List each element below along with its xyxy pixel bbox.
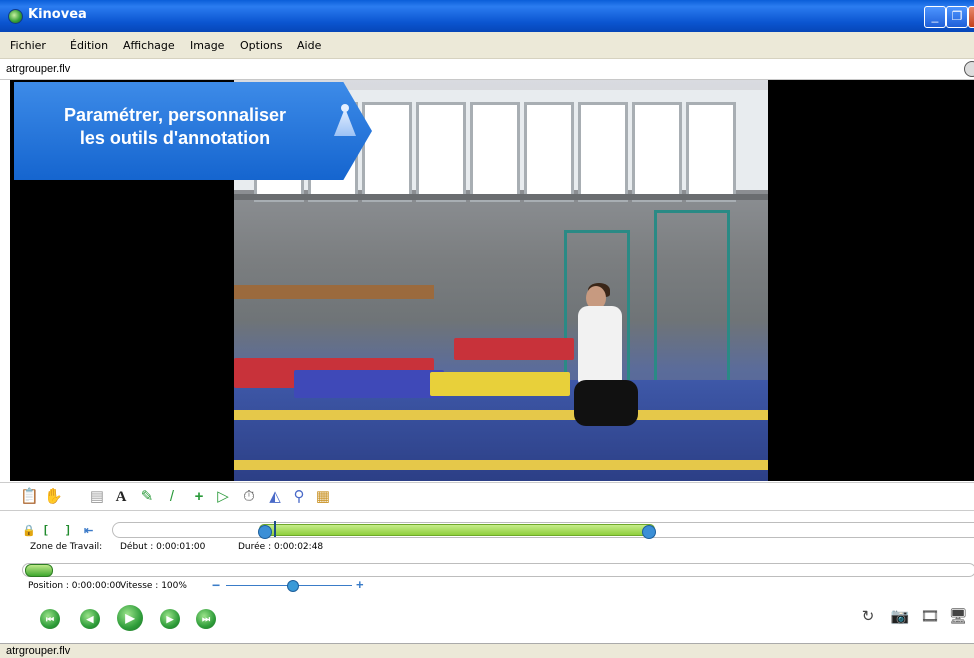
- menu-image[interactable]: Image: [190, 39, 224, 52]
- position-label: Position : 0:00:00:00: [28, 581, 121, 591]
- drawing-toolbar: 📋 ✋ ▤ A ✎ / + ▷ ⏱ ◭ ⚲ ▦: [0, 482, 974, 511]
- annotation-callout-banner: Paramétrer, personnaliser les outils d'a…: [14, 82, 372, 180]
- new-keyframe-icon[interactable]: 📋: [20, 488, 39, 506]
- line-icon[interactable]: /: [163, 488, 181, 506]
- title-bar: Kinovea _ ❐ ✕: [0, 0, 974, 32]
- close-file-icon[interactable]: [964, 61, 974, 77]
- menu-aide[interactable]: Aide: [297, 39, 321, 52]
- presentation-icon[interactable]: 🖥: [948, 607, 968, 627]
- callout-line-2: les outils d'annotation: [79, 128, 271, 148]
- next-frame-button[interactable]: ▶: [160, 609, 180, 629]
- speed-decrease-icon[interactable]: −: [212, 577, 220, 593]
- play-button[interactable]: ▶: [117, 605, 143, 631]
- speed-slider-knob[interactable]: [287, 580, 299, 592]
- close-button[interactable]: ✕: [968, 6, 974, 28]
- working-zone-track[interactable]: [112, 521, 974, 539]
- speed-increase-icon[interactable]: +: [356, 577, 364, 592]
- callout-line-1: Paramétrer, personnaliser: [63, 105, 287, 125]
- menu-fichier[interactable]: Fichier: [10, 39, 46, 52]
- chrono-icon[interactable]: ⏱: [240, 488, 258, 506]
- set-end-icon[interactable]: ]: [66, 524, 70, 536]
- menu-edition[interactable]: Édition: [70, 39, 108, 52]
- lock-icon[interactable]: 🔒: [22, 524, 36, 537]
- magnifier-icon[interactable]: ⚲: [290, 488, 308, 506]
- zone-duration: Durée : 0:00:02:48: [238, 542, 324, 552]
- menu-options[interactable]: Options: [240, 39, 282, 52]
- balance-beam: [234, 285, 434, 299]
- menu-affichage[interactable]: Affichage: [123, 39, 175, 52]
- zone-end-handle[interactable]: [642, 525, 656, 539]
- playback-panel: 🔒 [ ] ⇤ Zone de Travail: Début : 0:00:01…: [0, 510, 974, 644]
- hand-icon[interactable]: ✋: [44, 488, 63, 506]
- status-bar: atrgrouper.flv: [0, 643, 974, 658]
- minimize-button[interactable]: _: [924, 6, 946, 28]
- set-start-icon[interactable]: [: [44, 524, 48, 536]
- grid-icon[interactable]: ◭: [266, 488, 284, 506]
- status-text: atrgrouper.flv: [6, 645, 71, 657]
- angle-icon[interactable]: ▷: [214, 488, 232, 506]
- cross-icon[interactable]: +: [190, 488, 208, 506]
- loop-icon[interactable]: ↻: [858, 607, 878, 627]
- snapshot-icon[interactable]: 📷: [890, 607, 910, 627]
- restore-button[interactable]: ❐: [946, 6, 968, 28]
- zone-cursor: [274, 521, 276, 537]
- text-icon[interactable]: A: [112, 488, 130, 506]
- window-title: Kinovea: [28, 7, 87, 22]
- app-logo-icon: [8, 9, 23, 24]
- last-frame-button[interactable]: ⏭: [196, 609, 216, 629]
- working-zone-label: Zone de Travail:: [30, 542, 103, 552]
- comment-icon[interactable]: ▤: [88, 488, 106, 506]
- zone-start-handle[interactable]: [258, 525, 272, 539]
- position-handle[interactable]: [25, 564, 53, 577]
- export-video-icon[interactable]: 🎞: [920, 607, 940, 627]
- file-tab-name: atrgrouper.flv: [6, 63, 71, 75]
- first-frame-button[interactable]: ⏮: [40, 609, 60, 629]
- go-to-start-icon[interactable]: ⇤: [84, 524, 93, 537]
- speed-label: Vitesse : 100%: [120, 581, 187, 591]
- zone-start-time: Début : 0:00:01:00: [120, 542, 206, 552]
- pencil-icon[interactable]: ✎: [138, 488, 156, 506]
- previous-frame-button[interactable]: ◀: [80, 609, 100, 629]
- file-tab[interactable]: atrgrouper.flv: [0, 59, 974, 80]
- color-palette-icon[interactable]: ▦: [314, 488, 332, 506]
- menu-bar: Fichier Édition Affichage Image Options …: [0, 32, 974, 59]
- position-track[interactable]: [22, 563, 974, 577]
- working-zone-range[interactable]: [258, 524, 656, 539]
